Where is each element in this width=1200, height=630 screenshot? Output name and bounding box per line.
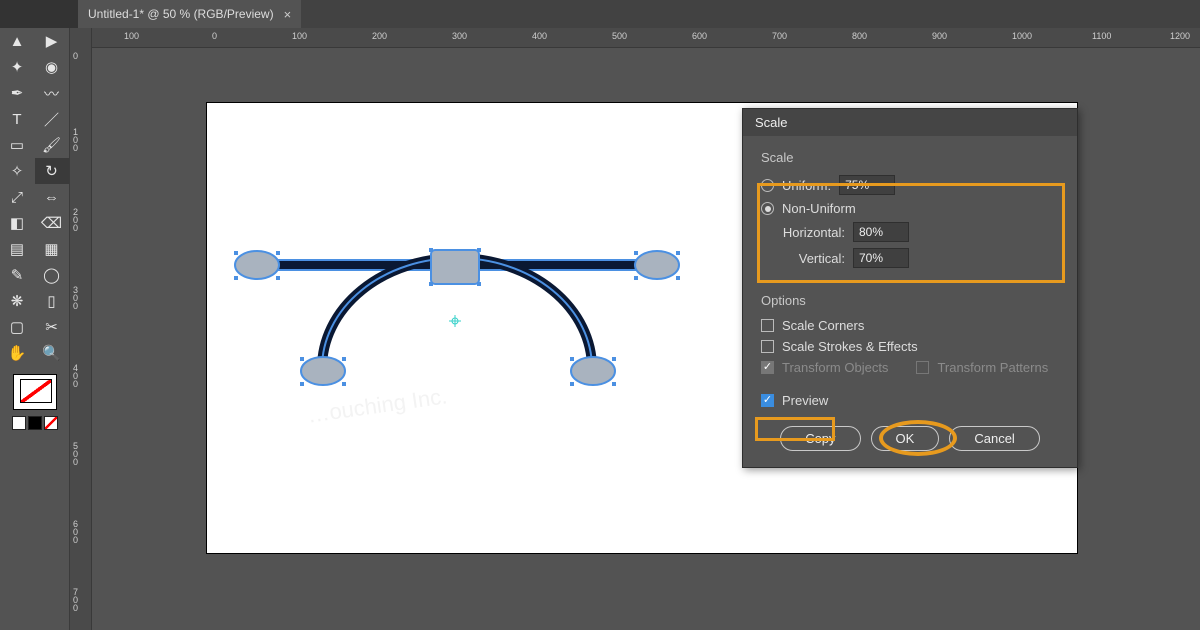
nonuniform-radio[interactable] <box>761 202 774 215</box>
color-mode-icon[interactable] <box>12 416 26 430</box>
artboard-tool-icon[interactable]: ▢ <box>0 314 34 340</box>
horizontal-row: Horizontal: <box>761 222 1059 242</box>
ruler-tick: 200 <box>73 208 78 232</box>
uniform-radio[interactable] <box>761 179 774 192</box>
scale-strokes-row[interactable]: Scale Strokes & Effects <box>761 339 1059 354</box>
fill-swatch-icon[interactable] <box>13 374 57 410</box>
horizontal-ruler: 100 0 100 200 300 400 500 600 700 800 90… <box>92 28 1200 48</box>
ruler-tick: 400 <box>532 31 547 41</box>
selection-tool-icon[interactable]: ▲ <box>0 28 34 54</box>
vertical-label: Vertical: <box>777 251 845 266</box>
ruler-tick: 700 <box>73 588 78 612</box>
vertical-row: Vertical: <box>761 248 1059 268</box>
free-transform-tool-icon[interactable]: ◧ <box>0 210 34 236</box>
scale-corners-label: Scale Corners <box>782 318 864 333</box>
ruler-tick: 600 <box>73 520 78 544</box>
magic-wand-tool-icon[interactable]: ✦ <box>0 54 34 80</box>
transform-patterns-checkbox <box>916 361 929 374</box>
shaper-tool-icon[interactable]: ✧ <box>0 158 34 184</box>
ruler-tick: 1000 <box>1012 31 1032 41</box>
rectangle-tool-icon[interactable]: ▭ <box>0 132 34 158</box>
gradient-tool-icon[interactable]: ▤ <box>0 236 34 262</box>
mesh-tool-icon[interactable]: ▦ <box>35 236 69 262</box>
scale-strokes-checkbox[interactable] <box>761 340 774 353</box>
eraser-tool-icon[interactable]: ⌫ <box>35 210 69 236</box>
cancel-button[interactable]: Cancel <box>949 426 1039 451</box>
uniform-label: Uniform: <box>782 178 831 193</box>
ruler-tick: 0 <box>212 31 217 41</box>
copy-button[interactable]: Copy <box>780 426 860 451</box>
preview-label: Preview <box>782 393 828 408</box>
options-section-label: Options <box>761 293 1059 308</box>
scale-dialog: Scale Scale Uniform: Non-Uniform Horizon… <box>742 108 1078 468</box>
eyedropper-tool-icon[interactable]: ✎ <box>0 262 34 288</box>
scale-strokes-label: Scale Strokes & Effects <box>782 339 918 354</box>
ok-button[interactable]: OK <box>871 426 940 451</box>
transform-patterns-label: Transform Patterns <box>937 360 1048 375</box>
width-tool-icon[interactable]: ⇔ <box>35 184 69 210</box>
lasso-tool-icon[interactable]: ◉ <box>35 54 69 80</box>
tab-title: Untitled-1* @ 50 % (RGB/Preview) <box>88 7 274 21</box>
scale-corners-row[interactable]: Scale Corners <box>761 318 1059 333</box>
ruler-tick: 500 <box>612 31 627 41</box>
ruler-tick: 100 <box>292 31 307 41</box>
document-tab-bar: Untitled-1* @ 50 % (RGB/Preview) × <box>0 0 1200 28</box>
type-tool-icon[interactable]: T <box>0 106 34 132</box>
symbol-sprayer-tool-icon[interactable]: ❋ <box>0 288 34 314</box>
ruler-tick: 100 <box>73 128 78 152</box>
tools-panel: ▲ ▶ ✦ ◉ ✒ 〰 T ／ ▭ 🖌 ✧ ↻ ⤢ ⇔ ◧ ⌫ ▤ ▦ ✎ ◯ … <box>0 28 70 630</box>
vertical-input[interactable] <box>853 248 909 268</box>
ruler-tick: 0 <box>73 52 78 60</box>
ruler-tick: 100 <box>124 31 139 41</box>
uniform-input[interactable] <box>839 175 895 195</box>
transform-objects-label: Transform Objects <box>782 360 888 375</box>
scale-corners-checkbox[interactable] <box>761 319 774 332</box>
graph-tool-icon[interactable]: ▯ <box>35 288 69 314</box>
horizontal-label: Horizontal: <box>777 225 845 240</box>
direct-selection-tool-icon[interactable]: ▶ <box>35 28 69 54</box>
hand-tool-icon[interactable]: ✋ <box>0 340 34 366</box>
ruler-tick: 1200 <box>1170 31 1190 41</box>
preview-row[interactable]: Preview <box>761 393 1059 408</box>
nonuniform-row[interactable]: Non-Uniform <box>761 201 1059 216</box>
tabbar-corner <box>0 0 78 28</box>
ruler-tick: 400 <box>73 364 78 388</box>
none-mode-icon[interactable] <box>44 416 58 430</box>
preview-checkbox[interactable] <box>761 394 774 407</box>
uniform-row[interactable]: Uniform: <box>761 175 1059 195</box>
brush-tool-icon[interactable]: 🖌 <box>35 132 69 158</box>
ruler-tick: 200 <box>372 31 387 41</box>
nonuniform-label: Non-Uniform <box>782 201 856 216</box>
transform-objects-checkbox <box>761 361 774 374</box>
vertical-ruler: 0 100 200 300 400 500 600 700 <box>70 28 92 630</box>
blend-tool-icon[interactable]: ◯ <box>35 262 69 288</box>
horizontal-input[interactable] <box>853 222 909 242</box>
line-tool-icon[interactable]: ／ <box>35 106 69 132</box>
ruler-tick: 800 <box>852 31 867 41</box>
dialog-title: Scale <box>743 109 1077 136</box>
zoom-tool-icon[interactable]: 🔍 <box>35 340 69 366</box>
scale-section-label: Scale <box>761 150 1059 165</box>
ruler-tick: 900 <box>932 31 947 41</box>
ruler-tick: 700 <box>772 31 787 41</box>
slice-tool-icon[interactable]: ✂ <box>35 314 69 340</box>
ruler-tick: 300 <box>73 286 78 310</box>
scale-tool-icon[interactable]: ⤢ <box>0 184 34 210</box>
document-tab[interactable]: Untitled-1* @ 50 % (RGB/Preview) × <box>78 0 301 28</box>
ruler-tick: 500 <box>73 442 78 466</box>
close-icon[interactable]: × <box>284 7 292 22</box>
curvature-tool-icon[interactable]: 〰 <box>35 80 69 106</box>
gradient-mode-icon[interactable] <box>28 416 42 430</box>
pen-tool-icon[interactable]: ✒ <box>0 80 34 106</box>
transform-objects-row: Transform Objects Transform Patterns <box>761 360 1059 375</box>
rotate-tool-icon[interactable]: ↻ <box>35 158 69 184</box>
ruler-tick: 1100 <box>1092 31 1111 41</box>
ruler-tick: 600 <box>692 31 707 41</box>
ruler-tick: 300 <box>452 31 467 41</box>
fill-stroke-swatch[interactable] <box>0 370 69 430</box>
canvas[interactable]: …ouching Inc. Scale Scale Uniform: Non-U… <box>92 48 1200 630</box>
